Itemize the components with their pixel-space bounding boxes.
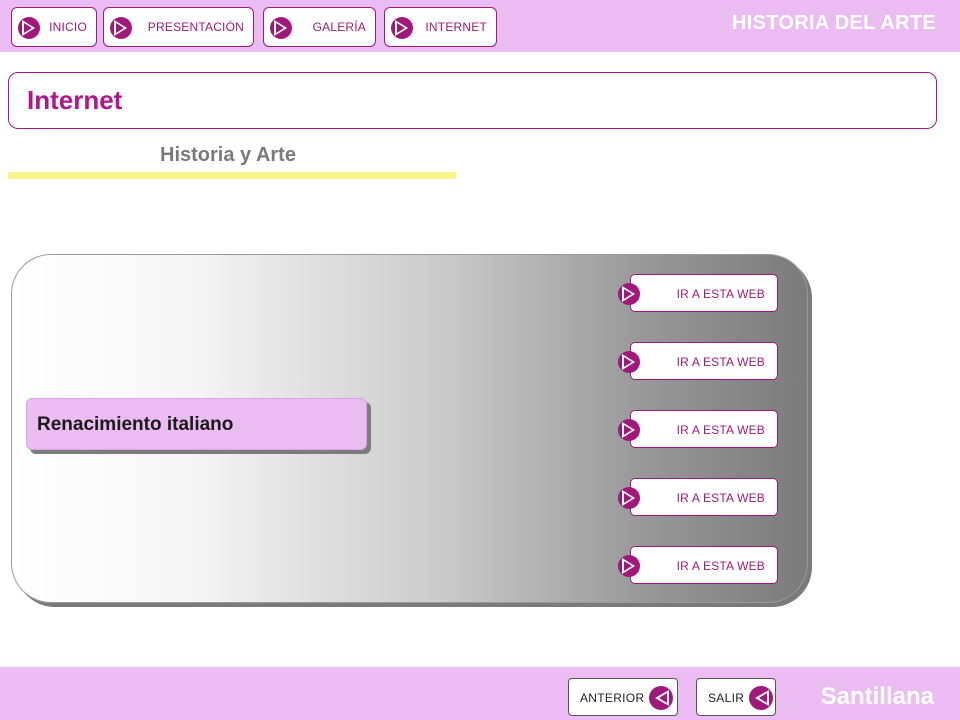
back-arrow-icon <box>749 686 773 710</box>
section-title-box: Internet <box>8 72 937 129</box>
top-bar: INICIO PRESENTACIÓN GALERÍA INTERNET HIS… <box>0 0 960 52</box>
back-arrow-icon <box>649 686 673 710</box>
nav-button-label: GALERÍA <box>312 20 366 34</box>
play-icon <box>618 555 640 577</box>
previous-button[interactable]: ANTERIOR <box>568 678 678 716</box>
exit-button-label: SALIR <box>708 691 745 705</box>
nav-button-galeria[interactable]: GALERÍA <box>263 7 376 47</box>
nav-button-label: INICIO <box>49 20 87 34</box>
nav-button-label: INTERNET <box>425 20 487 34</box>
go-to-web-label: IR A ESTA WEB <box>676 287 765 301</box>
go-to-web-label: IR A ESTA WEB <box>676 423 765 437</box>
page-subtitle: Historia y Arte <box>160 144 296 166</box>
topic-box: Renacimiento italiano <box>26 398 367 450</box>
nav-button-internet[interactable]: INTERNET <box>384 7 497 47</box>
brand-title: HISTORIA DEL ARTE <box>731 12 936 34</box>
play-icon <box>618 351 640 373</box>
nav-button-label: PRESENTACIÓN <box>147 20 244 34</box>
previous-button-label: ANTERIOR <box>580 691 645 705</box>
play-icon <box>618 283 640 305</box>
play-icon <box>618 487 640 509</box>
go-to-web-label: IR A ESTA WEB <box>676 355 765 369</box>
exit-button[interactable]: SALIR <box>696 678 776 716</box>
subtitle-underline <box>8 172 456 179</box>
play-icon <box>618 419 640 441</box>
go-to-web-label: IR A ESTA WEB <box>676 491 765 505</box>
nav-button-inicio[interactable]: INICIO <box>11 7 97 47</box>
go-to-web-button-1[interactable]: IR A ESTA WEB <box>618 274 778 312</box>
go-to-web-button-4[interactable]: IR A ESTA WEB <box>618 478 778 516</box>
go-to-web-label: IR A ESTA WEB <box>676 559 765 573</box>
go-to-web-button-5[interactable]: IR A ESTA WEB <box>618 546 778 584</box>
go-to-web-button-2[interactable]: IR A ESTA WEB <box>618 342 778 380</box>
topic-label: Renacimiento italiano <box>37 414 234 435</box>
play-icon <box>270 17 292 39</box>
publisher-logo-text: Santillana <box>820 683 934 710</box>
play-icon <box>18 17 40 39</box>
play-icon <box>391 17 413 39</box>
page-title: Internet <box>27 85 123 115</box>
nav-button-presentacion[interactable]: PRESENTACIÓN <box>103 7 254 47</box>
play-icon <box>110 17 132 39</box>
go-to-web-button-3[interactable]: IR A ESTA WEB <box>618 410 778 448</box>
bottom-bar: ANTERIOR SALIR Santillana <box>0 667 960 720</box>
